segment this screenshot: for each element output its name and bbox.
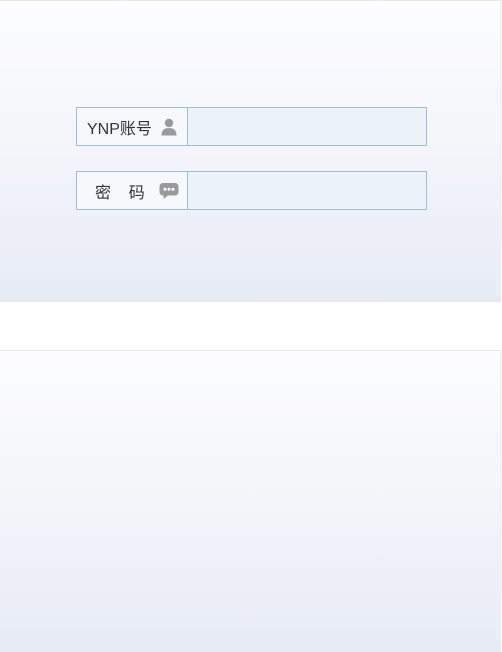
password-row: 密 码 <box>76 171 427 210</box>
password-label: 密 码 <box>95 184 145 202</box>
account-label: YNP账号 <box>87 120 152 138</box>
account-label-box: YNP账号 <box>77 108 188 145</box>
login-page: YNP账号 密 码 <box>0 0 502 652</box>
user-icon <box>159 117 179 137</box>
login-panel <box>0 0 501 302</box>
chat-bubble-icon <box>159 181 179 201</box>
lower-panel <box>0 350 501 652</box>
account-row: YNP账号 <box>76 107 427 146</box>
account-input[interactable] <box>188 108 426 145</box>
password-input[interactable] <box>188 172 426 209</box>
password-label-box: 密 码 <box>77 172 188 209</box>
